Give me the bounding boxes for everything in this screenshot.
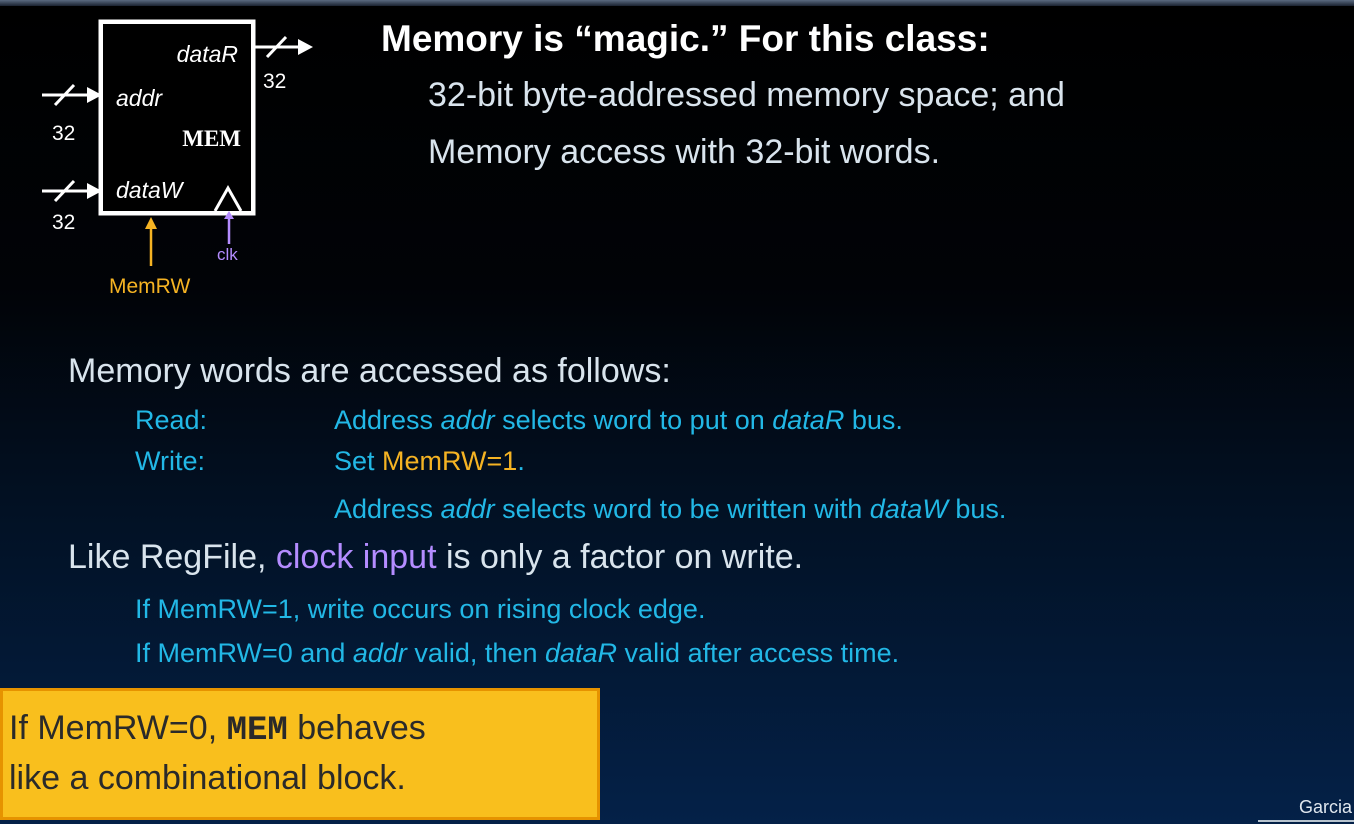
write-text-part: bus. xyxy=(947,494,1007,524)
write-text-addr: addr xyxy=(440,494,495,524)
write-text-memrw: MemRW=1 xyxy=(382,446,518,476)
clock-rule-part: valid, then xyxy=(406,638,545,668)
read-text-dataR: dataR xyxy=(772,405,845,435)
read-label: Read: xyxy=(135,405,208,435)
memrw-label: MemRW xyxy=(109,275,190,298)
dataR-arrow xyxy=(298,39,313,55)
memrw-arrow xyxy=(145,217,157,229)
read-text-part: selects word to put on xyxy=(494,405,773,435)
write-text-part: Address xyxy=(334,494,441,524)
write-text-part: selects word to be written with xyxy=(494,494,870,524)
port-addr-label: addr xyxy=(116,85,163,111)
dataW-width-label: 32 xyxy=(52,211,75,234)
read-text-part: Address xyxy=(334,405,441,435)
callout-text-part: If MemRW=0, xyxy=(9,709,227,747)
clock-rule-2: If MemRW=0 and addr valid, then dataR va… xyxy=(135,638,899,669)
footer-author: Garcia xyxy=(1298,797,1352,817)
clock-heading: Like RegFile, clock input is only a fact… xyxy=(68,538,803,577)
intro-line-2: Memory access with 32-bit words. xyxy=(428,133,941,171)
clock-input-highlight: clock input xyxy=(275,538,437,576)
clock-text-part: is only a factor on write. xyxy=(436,538,804,576)
read-text-part: bus. xyxy=(844,405,903,435)
clock-rule-1: If MemRW=1, write occurs on rising clock… xyxy=(135,594,706,624)
read-text-addr: addr xyxy=(440,405,495,435)
callout-line-1: If MemRW=0, MEM behaves xyxy=(9,705,597,755)
write-description-2: Address addr selects word to be written … xyxy=(334,494,1006,525)
dataR-width-label: 32 xyxy=(263,70,286,93)
clock-rule-part: valid after access time. xyxy=(617,638,900,668)
write-label: Write: xyxy=(135,446,206,476)
read-description: Address addr selects word to put on data… xyxy=(334,405,903,436)
combinational-callout: If MemRW=0, MEM behaves like a combinati… xyxy=(0,688,600,820)
addr-width-label: 32 xyxy=(52,122,75,145)
clock-text-part: Like RegFile, xyxy=(68,538,276,576)
write-text-part: Set xyxy=(334,446,383,476)
memory-block-diagram: dataR addr MEM dataW 32 32 32 clk MemRW xyxy=(42,19,313,298)
access-heading: Memory words are accessed as follows: xyxy=(68,352,671,390)
slide-title: Memory is “magic.” For this class: xyxy=(381,18,990,59)
write-text-part: . xyxy=(517,446,525,476)
clock-rule-dataR: dataR xyxy=(544,638,618,668)
intro-line-1: 32-bit byte-addressed memory space; and xyxy=(428,76,1065,114)
callout-text-part: behaves xyxy=(287,709,426,747)
callout-line-2: like a combinational block. xyxy=(9,759,406,797)
write-description-1: Set MemRW=1. xyxy=(334,446,525,477)
callout-mem-label: MEM xyxy=(226,712,288,750)
port-dataW-label: dataW xyxy=(116,177,185,203)
clk-label: clk xyxy=(217,245,238,264)
write-text-dataW: dataW xyxy=(869,494,948,524)
footer-divider xyxy=(1258,820,1354,822)
port-dataR-label: dataR xyxy=(177,41,238,67)
mem-block-label: MEM xyxy=(182,126,241,151)
clock-rule-part: If MemRW=0 and xyxy=(135,638,353,668)
clock-rule-addr: addr xyxy=(352,638,407,668)
